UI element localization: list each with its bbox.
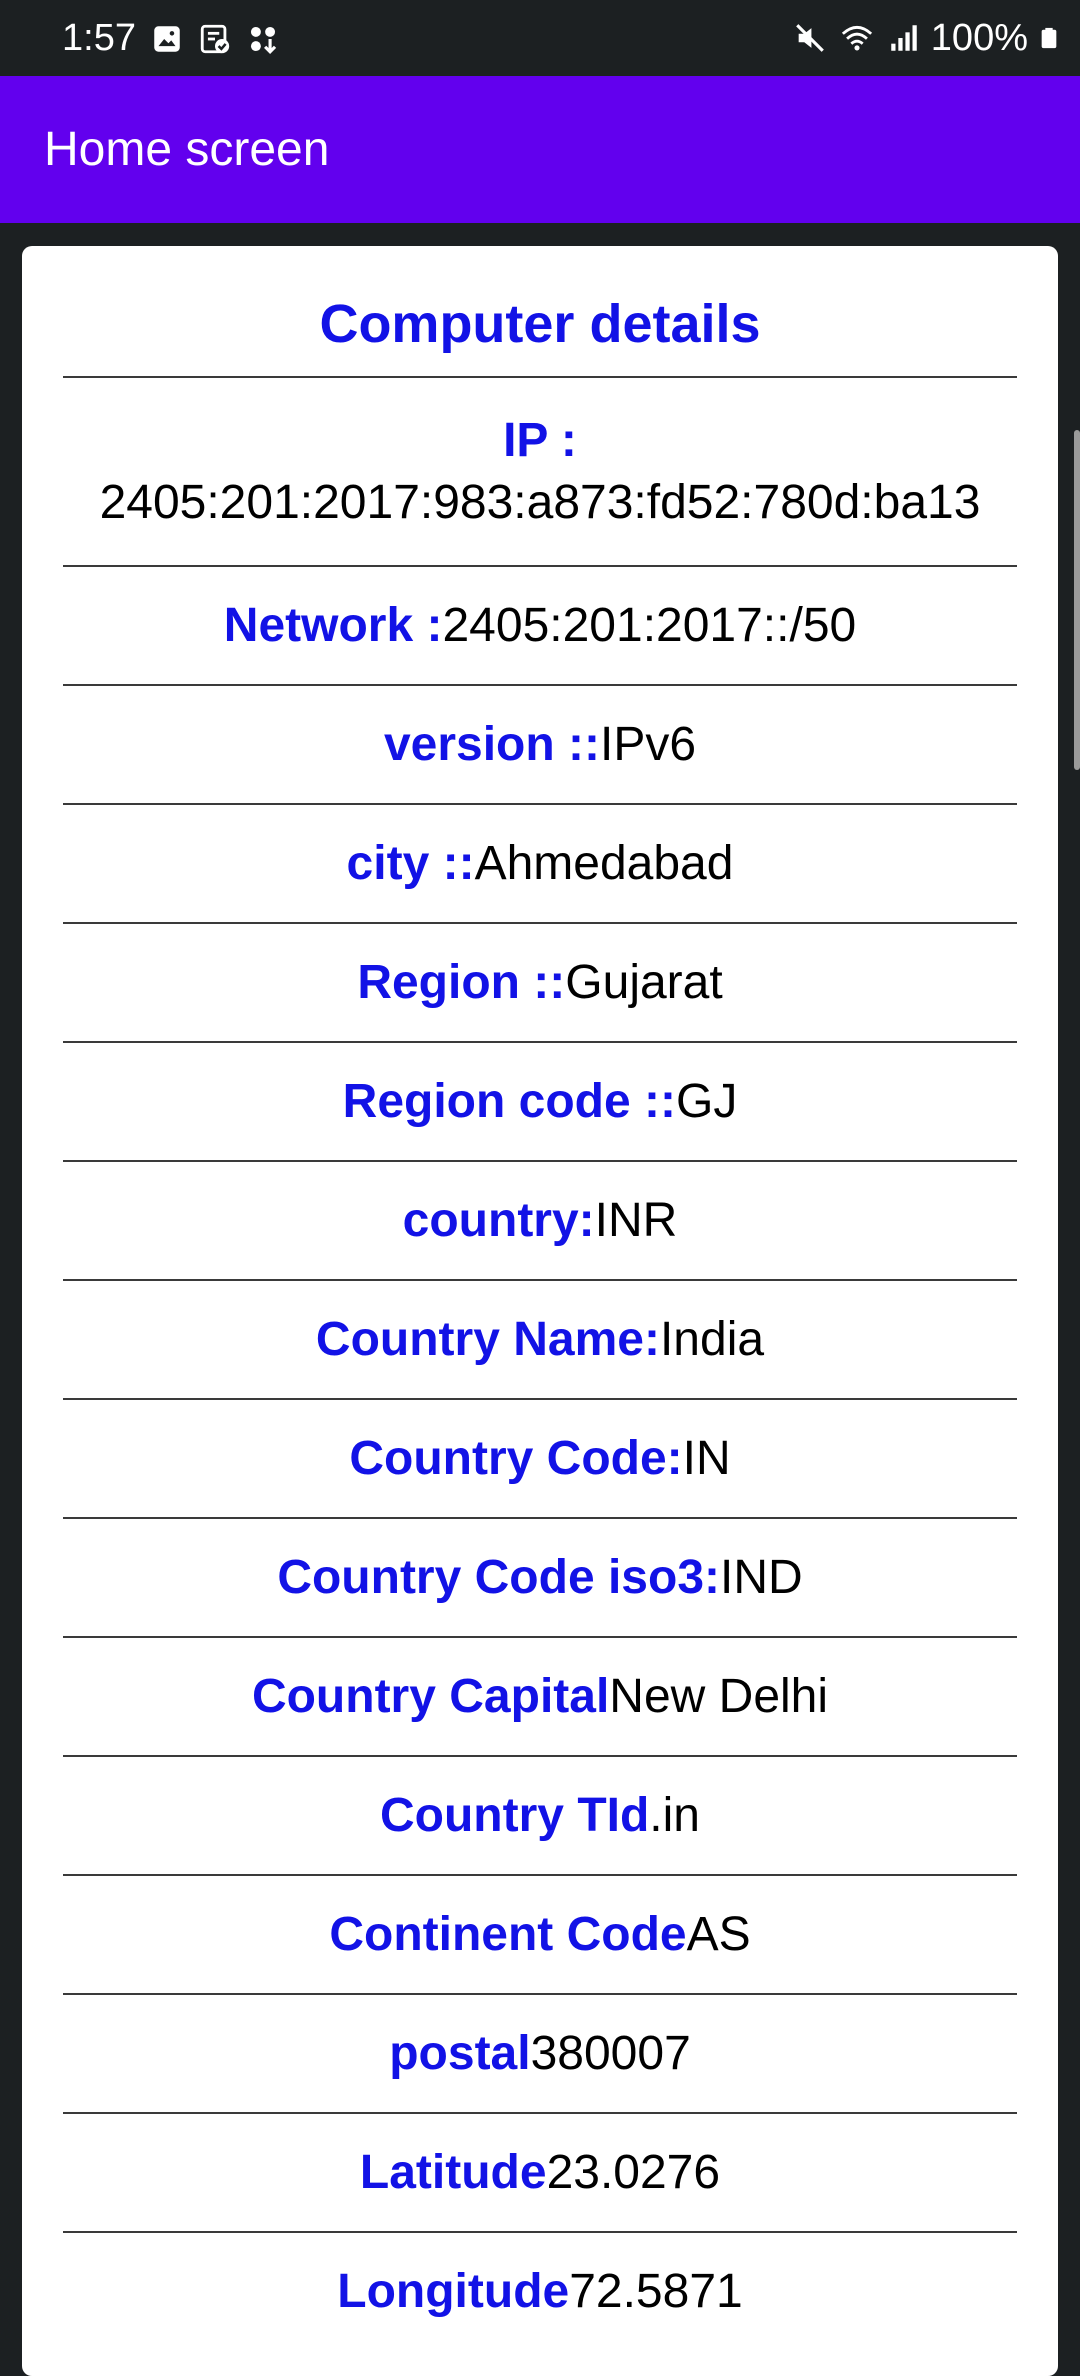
status-notification-icons: [150, 22, 280, 56]
detail-label: Region ::: [357, 955, 566, 1009]
detail-label: version ::: [383, 717, 600, 771]
detail-row-latitude: Latitude23.0276: [63, 2114, 1017, 2231]
detail-value: IND: [720, 1550, 803, 1604]
detail-label: city ::: [346, 836, 475, 890]
detail-value: 72.5871: [569, 2264, 743, 2318]
detail-label: Network :: [223, 598, 443, 652]
signal-icon: [891, 25, 917, 51]
detail-value: INR: [594, 1193, 678, 1247]
detail-label: Continent Code: [329, 1907, 687, 1961]
detail-label: Country TId: [380, 1788, 650, 1842]
scrollbar[interactable]: [1074, 430, 1080, 770]
detail-value: .in: [649, 1788, 700, 1842]
detail-row-country-tld: Country TId.in: [63, 1757, 1017, 1874]
computer-details-card: Computer details IP : 2405:201:2017:983:…: [22, 246, 1058, 2376]
detail-row-ip: IP : 2405:201:2017:983:a873:fd52:780d:ba…: [63, 378, 1017, 565]
detail-value: 23.0276: [546, 2145, 721, 2199]
details-list: IP : 2405:201:2017:983:a873:fd52:780d:ba…: [63, 376, 1017, 2350]
gallery-icon: [154, 26, 180, 52]
status-bar: 1:57 100%: [0, 0, 1080, 76]
detail-label: Country Name:: [315, 1312, 660, 1366]
detail-row-postal: postal380007: [63, 1995, 1017, 2112]
status-system-icons: 100%: [793, 14, 1060, 62]
detail-label: Region code ::: [342, 1074, 676, 1128]
detail-label: Latitude: [359, 2145, 547, 2199]
detail-row-version: version ::IPv6: [63, 686, 1017, 803]
task-check-icon: [200, 24, 230, 54]
card-title: Computer details: [319, 294, 761, 354]
detail-row-country-name: Country Name:India: [63, 1281, 1017, 1398]
detail-label: Longitude: [337, 2264, 570, 2318]
detail-row-city: city ::Ahmedabad: [63, 805, 1017, 922]
detail-row-country-code-iso3: Country Code iso3:IND: [63, 1519, 1017, 1636]
detail-label: Country Code iso3:: [277, 1550, 720, 1604]
detail-value: IPv6: [600, 717, 697, 771]
detail-row-continent-code: Continent CodeAS: [63, 1876, 1017, 1993]
detail-row-longitude: Longitude72.5871: [63, 2233, 1017, 2350]
detail-value: India: [659, 1312, 765, 1366]
detail-row-region-code: Region code ::GJ: [63, 1043, 1017, 1160]
detail-row-country: country:INR: [63, 1162, 1017, 1279]
detail-value: 2405:201:2017:983:a873:fd52:780d:ba13: [99, 475, 981, 529]
detail-value: Ahmedabad: [474, 836, 734, 890]
detail-value: GJ: [675, 1074, 738, 1128]
detail-row-region: Region ::Gujarat: [63, 924, 1017, 1041]
detail-value: 380007: [530, 2026, 691, 2080]
wifi-icon: [841, 25, 872, 51]
detail-value: New Delhi: [609, 1669, 829, 1723]
battery-percentage: 100%: [930, 17, 1028, 59]
mute-icon: [795, 24, 824, 52]
battery-icon: [1041, 27, 1057, 49]
status-time: 1:57: [62, 17, 136, 59]
detail-label: Country Code:: [349, 1431, 683, 1485]
app-title: Home screen: [44, 123, 330, 176]
detail-label: Country Capital: [251, 1669, 610, 1723]
detail-label: country:: [402, 1193, 595, 1247]
detail-value: IN: [682, 1431, 731, 1485]
detail-row-country-code: Country Code:IN: [63, 1400, 1017, 1517]
download-apps-icon: [250, 26, 277, 54]
detail-value: 2405:201:2017::/50: [442, 598, 857, 652]
app-bar: Home screen: [0, 76, 1080, 223]
detail-label: IP :: [503, 413, 577, 467]
detail-value: Gujarat: [565, 955, 723, 1009]
detail-value: AS: [686, 1907, 751, 1961]
detail-row-country-capital: Country CapitalNew Delhi: [63, 1638, 1017, 1755]
detail-row-network: Network :2405:201:2017::/50: [63, 567, 1017, 684]
detail-label: postal: [389, 2026, 531, 2080]
